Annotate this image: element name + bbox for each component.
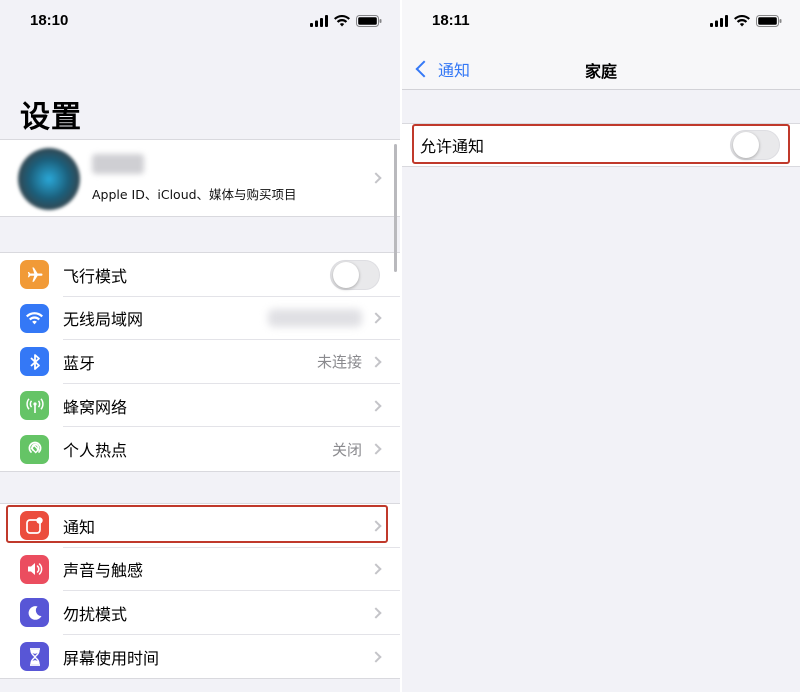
signal-icon: [310, 15, 328, 27]
settings-screen: 18:10 设置 Apple ID、iCloud、媒体与购买项目 飞行模式 无线…: [0, 0, 400, 692]
page-title: 设置: [20, 100, 82, 135]
row-label: 通知: [63, 517, 96, 537]
notifications-group: 通知 声音与触感 勿扰模式 屏幕使用时间: [0, 503, 400, 680]
row-label: 声音与触感: [63, 561, 144, 581]
chevron-right-icon: [370, 520, 382, 532]
battery-icon: [756, 15, 782, 27]
toggle-knob: [333, 261, 359, 288]
status-bar: 18:11: [402, 0, 800, 46]
wifi-network-blurred: [268, 309, 362, 328]
row-label: 蜂窝网络: [63, 397, 128, 417]
hotspot-icon: [20, 434, 49, 464]
hotspot-status: 关闭: [331, 440, 362, 459]
status-bar: 18:10: [0, 0, 400, 46]
status-icons: [310, 15, 382, 27]
row-label: 无线局域网: [63, 310, 144, 330]
settings-row-sounds[interactable]: 声音与触感: [0, 548, 400, 592]
settings-row-cellular[interactable]: 蜂窝网络: [0, 384, 400, 428]
cellular-icon: [20, 391, 49, 421]
row-label: 屏幕使用时间: [63, 648, 160, 668]
chevron-right-icon: [370, 399, 382, 412]
status-time: 18:10: [30, 12, 69, 29]
status-icons: [710, 15, 782, 27]
avatar: [18, 148, 80, 210]
settings-row-airplane[interactable]: 飞行模式: [0, 253, 400, 297]
row-label: 个人热点: [63, 441, 128, 461]
settings-row-do-not-disturb[interactable]: 勿扰模式: [0, 591, 400, 635]
status-time: 18:11: [432, 12, 470, 29]
chevron-right-icon: [370, 172, 382, 184]
chevron-right-icon: [370, 312, 382, 325]
allow-notifications-row[interactable]: 允许通知: [402, 124, 800, 166]
battery-icon: [356, 15, 382, 27]
row-label: 蓝牙: [63, 353, 96, 373]
settings-row-screen-time[interactable]: 屏幕使用时间: [0, 635, 400, 679]
airplane-toggle[interactable]: [330, 259, 380, 290]
apple-id-subtitle: Apple ID、iCloud、媒体与购买项目: [92, 187, 297, 202]
signal-icon: [710, 15, 728, 27]
hourglass-icon: [20, 642, 49, 672]
row-label: 飞行模式: [63, 266, 128, 286]
settings-row-wifi[interactable]: 无线局域网: [0, 297, 400, 341]
row-label: 勿扰模式: [63, 604, 128, 624]
allow-notifications-label: 允许通知: [420, 137, 485, 156]
chevron-right-icon: [370, 443, 382, 455]
sound-icon: [20, 554, 49, 584]
navigation-bar: 通知 家庭: [402, 46, 800, 90]
chevron-right-icon: [370, 650, 382, 663]
bluetooth-icon: [20, 347, 49, 377]
account-name-blurred: [92, 154, 144, 174]
wifi-status-icon: [334, 15, 350, 27]
allow-notifications-group: 允许通知: [402, 123, 800, 167]
notifications-icon: [20, 511, 49, 541]
toggle-knob: [733, 132, 759, 158]
wifi-status-icon: [734, 15, 750, 27]
chevron-right-icon: [370, 607, 382, 619]
moon-icon: [20, 598, 49, 628]
allow-notifications-toggle[interactable]: [730, 130, 780, 160]
settings-row-notifications[interactable]: 通知: [0, 504, 400, 548]
settings-row-bluetooth[interactable]: 蓝牙 未连接: [0, 340, 400, 384]
nav-title: 家庭: [584, 62, 617, 81]
wifi-icon: [20, 303, 49, 333]
airplane-icon: [20, 260, 49, 290]
chevron-right-icon: [370, 356, 382, 368]
apple-id-row[interactable]: Apple ID、iCloud、媒体与购买项目: [0, 139, 400, 217]
connectivity-group: 飞行模式 无线局域网 蓝牙 未连接 蜂窝网络 个人热点 关闭: [0, 252, 400, 472]
bluetooth-status: 未连接: [316, 353, 362, 372]
settings-row-hotspot[interactable]: 个人热点 关闭: [0, 427, 400, 471]
notification-detail-screen: 18:11 通知 家庭 允许通知: [402, 0, 800, 692]
chevron-right-icon: [370, 563, 382, 576]
scrollbar[interactable]: [394, 144, 397, 272]
